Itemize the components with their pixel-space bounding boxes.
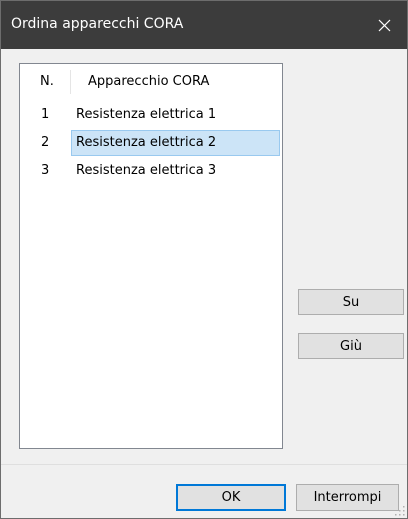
move-up-button[interactable]: Su	[298, 289, 404, 315]
ok-button[interactable]: OK	[176, 484, 286, 511]
column-header-number[interactable]: N.	[40, 73, 54, 91]
dialog-window: Ordina apparecchi CORA N. Apparecchio CO…	[0, 0, 408, 519]
list-item[interactable]: 3 Resistenza elettrica 3	[20, 158, 282, 184]
list-item-number: 2	[41, 135, 50, 150]
footer-divider	[1, 464, 407, 465]
list-item-name: Resistenza elettrica 3	[76, 163, 217, 178]
column-divider[interactable]	[70, 70, 71, 94]
list-item-name: Resistenza elettrica 2	[71, 130, 280, 156]
close-button[interactable]	[361, 1, 407, 49]
move-down-button[interactable]: Giù	[298, 333, 404, 359]
title-bar[interactable]: Ordina apparecchi CORA	[1, 1, 407, 49]
list-header: N. Apparecchio CORA	[20, 64, 282, 98]
list-item-name: Resistenza elettrica 1	[76, 107, 217, 122]
list-item[interactable]: 1 Resistenza elettrica 1	[20, 102, 282, 128]
list-item-selected[interactable]: 2 Resistenza elettrica 2	[20, 130, 282, 156]
cora-device-list[interactable]: N. Apparecchio CORA 1 Resistenza elettri…	[19, 63, 283, 449]
list-item-number: 1	[41, 107, 50, 122]
window-title: Ordina apparecchi CORA	[11, 16, 184, 32]
column-header-device[interactable]: Apparecchio CORA	[88, 73, 209, 91]
close-icon	[378, 19, 390, 31]
cancel-button[interactable]: Interrompi	[296, 484, 399, 511]
list-item-number: 3	[41, 163, 50, 178]
size-grip-icon[interactable]	[395, 506, 405, 516]
